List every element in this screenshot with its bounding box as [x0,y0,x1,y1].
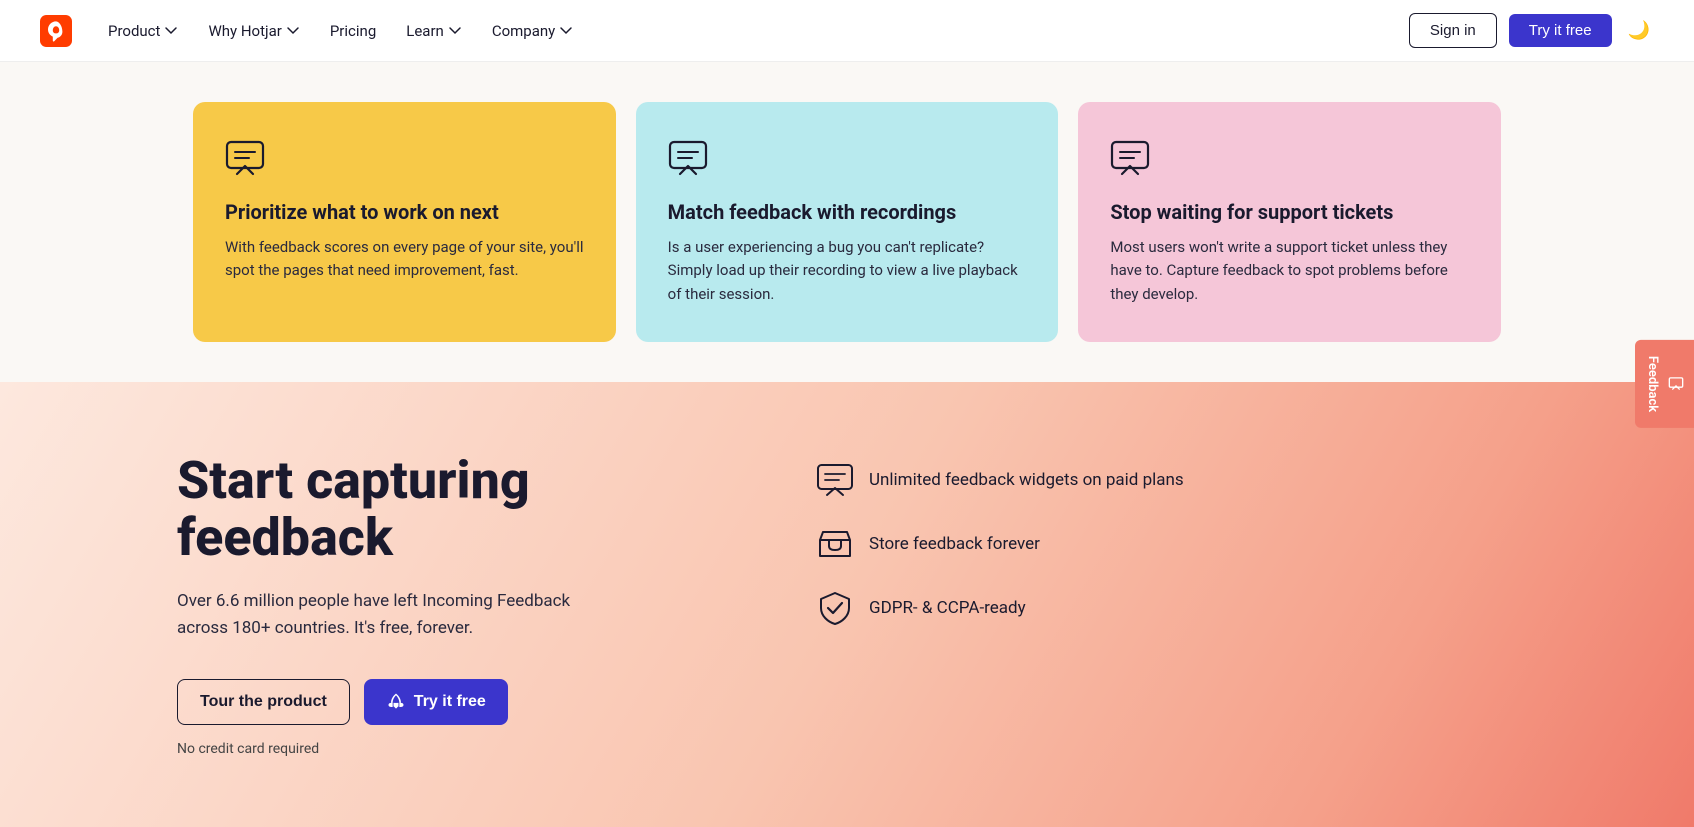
nav-right: Sign in Try it free 🌙 [1409,13,1654,48]
main-content: Prioritize what to work on next With fee… [0,62,1694,827]
feature-text-1: Unlimited feedback widgets on paid plans [869,470,1184,490]
chevron-down-icon [559,24,573,38]
feedback-icon-3 [1110,138,1150,178]
card-title-2: Match feedback with recordings [668,200,1027,224]
gdpr-shield-icon [817,590,853,626]
dark-mode-toggle[interactable]: 🌙 [1624,16,1654,45]
chevron-down-icon [448,24,462,38]
try-it-free-nav-button[interactable]: Try it free [1509,14,1612,47]
cta-buttons: Tour the product Try it free [177,679,737,725]
cta-right: Unlimited feedback widgets on paid plans… [817,452,1517,626]
nav-left: Product Why Hotjar Pricing Learn Company [40,15,573,47]
hotjar-logo-icon [40,15,72,47]
cta-subtitle: Over 6.6 million people have left Incomi… [177,588,617,642]
card-match-feedback: Match feedback with recordings Is a user… [636,102,1059,342]
card-prioritize: Prioritize what to work on next With fee… [193,102,616,342]
tour-product-button[interactable]: Tour the product [177,679,350,725]
chevron-down-icon [164,24,178,38]
cta-left: Start capturing feedback Over 6.6 millio… [177,452,737,757]
nav-learn[interactable]: Learn [406,22,462,40]
card-desc-1: With feedback scores on every page of yo… [225,236,584,283]
feature-item-2: Store feedback forever [817,526,1517,562]
logo[interactable] [40,15,72,47]
feature-item-3: GDPR- & CCPA-ready [817,590,1517,626]
card-desc-2: Is a user experiencing a bug you can't r… [668,236,1027,306]
card-title-1: Prioritize what to work on next [225,200,584,224]
feature-text-2: Store feedback forever [869,534,1040,554]
nav-why-hotjar[interactable]: Why Hotjar [208,22,299,40]
rocket-icon [386,692,406,712]
nav-product[interactable]: Product [108,22,178,40]
cta-inner: Start capturing feedback Over 6.6 millio… [177,452,1517,757]
signin-button[interactable]: Sign in [1409,13,1497,48]
feedback-icon-2 [668,138,708,178]
card-desc-3: Most users won't write a support ticket … [1110,236,1469,306]
widgets-icon [817,462,853,498]
feature-text-3: GDPR- & CCPA-ready [869,598,1026,618]
try-free-cta-button[interactable]: Try it free [364,679,508,725]
nav-links: Product Why Hotjar Pricing Learn Company [108,22,573,40]
store-icon [817,526,853,562]
navbar: Product Why Hotjar Pricing Learn Company… [0,0,1694,62]
chevron-down-icon [286,24,300,38]
card-title-3: Stop waiting for support tickets [1110,200,1469,224]
cta-title: Start capturing feedback [177,452,737,566]
moon-icon: 🌙 [1628,20,1650,41]
feature-item-1: Unlimited feedback widgets on paid plans [817,462,1517,498]
feedback-icon [225,138,265,178]
cta-section: Start capturing feedback Over 6.6 millio… [0,382,1694,827]
nav-company[interactable]: Company [492,22,573,40]
feedback-side-tab[interactable]: Feedback [1635,340,1694,428]
feature-cards-section: Prioritize what to work on next With fee… [177,62,1517,382]
nav-pricing[interactable]: Pricing [330,22,376,40]
feedback-tab-icon [1668,376,1684,392]
feature-list: Unlimited feedback widgets on paid plans… [817,462,1517,626]
no-credit-card-text: No credit card required [177,741,737,757]
card-stop-waiting: Stop waiting for support tickets Most us… [1078,102,1501,342]
